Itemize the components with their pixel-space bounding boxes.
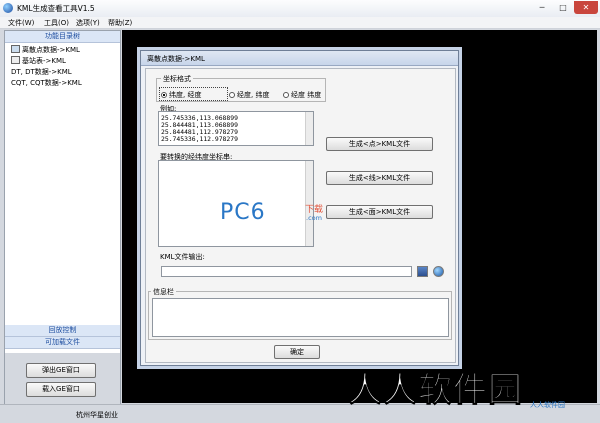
radio-lng-space-lat[interactable]: 经度 纬度 xyxy=(283,90,321,100)
tree-item-discrete-points[interactable]: 离散点数据->KML xyxy=(11,45,80,55)
title-bar: KML生成查看工具V1.5 ─ □ ✕ xyxy=(0,0,600,18)
globe-open-icon[interactable] xyxy=(433,266,444,277)
maximize-button[interactable]: □ xyxy=(553,1,573,14)
tab-playback-control[interactable]: 回放控制 xyxy=(5,325,120,337)
discrete-point-dialog: 离散点数据->KML 坐标格式 纬度, 经度 经度, 纬度 经度 纬度 例如: … xyxy=(140,50,459,366)
close-button[interactable]: ✕ xyxy=(574,1,598,14)
dialog-title-bar: 离散点数据->KML xyxy=(141,51,458,66)
radio-icon xyxy=(283,92,289,98)
generate-line-kml-button[interactable]: 生成<线>KML文件 xyxy=(326,171,433,185)
site-watermark: 人人软件园 xyxy=(348,370,523,411)
tree-item-dt-data[interactable]: DT, DT数据->KML xyxy=(11,67,72,77)
radio-selected-icon xyxy=(161,92,167,98)
tree-item-base-station[interactable]: 基站表->KML xyxy=(11,56,66,66)
menu-options[interactable]: 选项(Y) xyxy=(76,18,100,28)
dialog-title: 离散点数据->KML xyxy=(147,55,205,63)
tree-node-icon xyxy=(11,45,20,53)
function-tree-panel: 功能目录树 离散点数据->KML 基站表->KML DT, DT数据->KML … xyxy=(4,30,121,405)
ok-button[interactable]: 确定 xyxy=(274,345,320,359)
generate-point-kml-button[interactable]: 生成<点>KML文件 xyxy=(326,137,433,151)
coord-format-legend: 坐标格式 xyxy=(161,74,193,84)
status-text: 杭州华星创业 xyxy=(76,411,118,419)
info-legend: 信息栏 xyxy=(151,287,176,297)
coord-format-group: 坐标格式 纬度, 经度 经度, 纬度 经度 纬度 xyxy=(156,74,326,102)
info-group: 信息栏 xyxy=(148,287,452,340)
tree-header: 功能目录树 xyxy=(5,31,120,43)
dialog-body: 坐标格式 纬度, 经度 经度, 纬度 经度 纬度 例如: 25.745336,1… xyxy=(145,68,456,363)
kml-output-path-input[interactable] xyxy=(161,266,412,277)
tree-node-icon xyxy=(11,56,20,64)
menu-tools[interactable]: 工具(O) xyxy=(44,18,69,28)
ge-button-area: 弹出GE窗口 载入GE窗口 xyxy=(5,353,120,404)
example-textarea: 25.745336,113.068899 25.844481,113.06889… xyxy=(158,111,314,146)
load-ge-window-button[interactable]: 载入GE窗口 xyxy=(26,382,96,397)
example-line: 25.745336,112.978279 xyxy=(161,135,238,143)
tree-item-cqt-data[interactable]: CQT, CQT数据->KML xyxy=(11,78,82,88)
menu-bar: 文件(W) 工具(O) 选项(Y) 帮助(Z) xyxy=(0,17,600,29)
radio-lat-lng[interactable]: 纬度, 经度 xyxy=(161,90,201,100)
info-textarea xyxy=(152,298,449,337)
radio-lng-lat[interactable]: 经度, 纬度 xyxy=(229,90,269,100)
app-window: KML生成查看工具V1.5 ─ □ ✕ 文件(W) 工具(O) 选项(Y) 帮助… xyxy=(0,0,600,423)
site-logo-watermark: 人人软件园 xyxy=(530,401,565,409)
radio-icon xyxy=(229,92,235,98)
kml-output-label: KML文件输出: xyxy=(160,253,205,261)
minimize-button[interactable]: ─ xyxy=(532,1,552,14)
popup-ge-window-button[interactable]: 弹出GE窗口 xyxy=(26,363,96,378)
tab-loadable-files[interactable]: 可加载文件 xyxy=(5,337,120,349)
menu-file[interactable]: 文件(W) xyxy=(8,18,34,28)
generate-polygon-kml-button[interactable]: 生成<面>KML文件 xyxy=(326,205,433,219)
menu-help[interactable]: 帮助(Z) xyxy=(108,18,132,28)
pc6-domain-watermark: .com xyxy=(306,214,322,222)
save-icon[interactable] xyxy=(417,266,428,277)
window-title: KML生成查看工具V1.5 xyxy=(17,4,95,13)
app-globe-icon xyxy=(3,3,13,13)
example-scrollbar[interactable] xyxy=(305,112,313,145)
pc6-watermark: PC6 xyxy=(220,200,266,225)
